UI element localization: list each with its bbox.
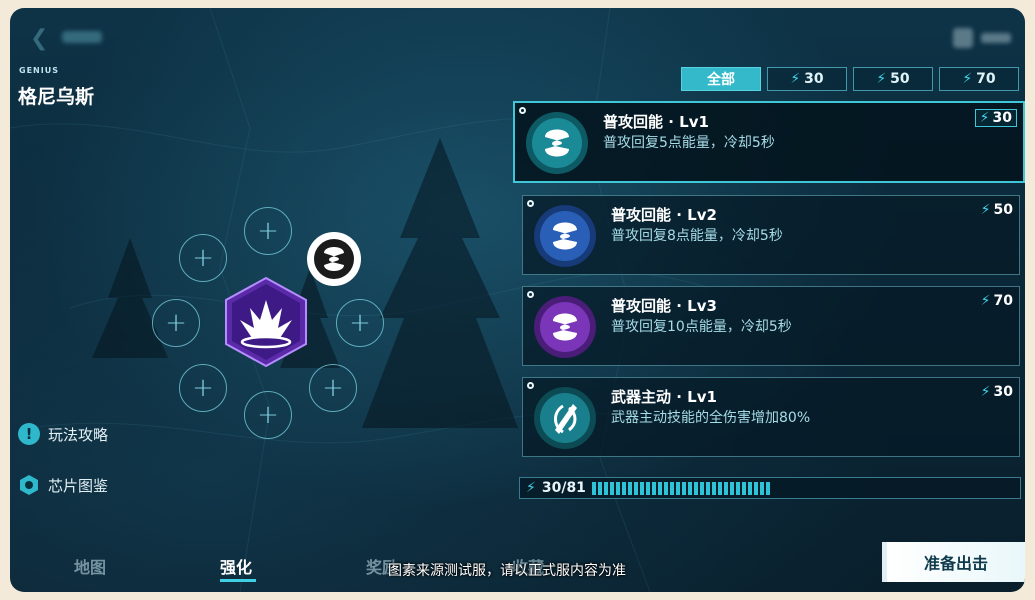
chip-cost: ⚡ 30 — [980, 384, 1013, 400]
plus-icon: + — [257, 400, 279, 430]
chip-title: 普攻回能 · Lv1 — [603, 113, 709, 131]
back-button[interactable]: ❮ — [24, 24, 114, 51]
empty-chip-slot[interactable]: + — [244, 391, 292, 439]
energy-segment — [699, 481, 704, 495]
energy-segment — [741, 481, 746, 495]
empty-chip-slot[interactable]: + — [179, 364, 227, 412]
bolt-icon: ⚡ — [876, 71, 887, 87]
energy-segment — [711, 481, 716, 495]
plus-icon: + — [192, 373, 214, 403]
bolt-icon: ⚡ — [962, 71, 973, 87]
cost-filter-bar: 全部 ⚡ 30 ⚡ 50 ⚡ 70 — [681, 67, 1019, 91]
filter-cost-30[interactable]: ⚡ 30 — [767, 67, 847, 91]
equipped-chip-slot[interactable] — [306, 231, 362, 287]
filter-cost-50[interactable]: ⚡ 50 — [853, 67, 933, 91]
deploy-button[interactable]: 准备出击 — [887, 542, 1025, 582]
chip-card[interactable]: 普攻回能 · Lv2 普攻回复8点能量，冷却5秒 ⚡ 50 — [522, 195, 1020, 275]
energy-segment — [687, 481, 692, 495]
energy-segment — [597, 481, 602, 495]
energy-segment — [651, 481, 656, 495]
bolt-icon: ⚡ — [980, 384, 991, 400]
energy-segment — [645, 481, 650, 495]
chip-title: 普攻回能 · Lv3 — [611, 297, 717, 315]
active-tab-indicator — [220, 579, 256, 582]
energy-segment — [609, 481, 614, 495]
chip-s-icon — [534, 296, 596, 358]
chip-description: 武器主动技能的全伤害增加80% — [611, 410, 811, 426]
bolt-icon: ⚡ — [980, 202, 991, 218]
energy-segment — [747, 481, 752, 495]
chip-card[interactable]: 普攻回能 · Lv1 普攻回复5点能量，冷却5秒 ⚡ 30 — [513, 101, 1025, 183]
character-name: 格尼乌斯 — [18, 86, 95, 108]
back-arrow-icon: ❮ — [30, 26, 49, 51]
strategy-guide-link[interactable]: ! 玩法攻略 — [18, 421, 108, 447]
filter-all[interactable]: 全部 — [681, 67, 761, 91]
energy-segment — [759, 481, 764, 495]
energy-segment — [717, 481, 722, 495]
chip-s-icon — [534, 205, 596, 267]
filter-cost-70[interactable]: ⚡ 70 — [939, 67, 1019, 91]
empty-chip-slot[interactable]: + — [244, 207, 292, 255]
bolt-icon: ⚡ — [526, 480, 536, 496]
chip-cost: ⚡ 70 — [980, 293, 1013, 309]
empty-chip-slot[interactable]: + — [309, 364, 357, 412]
energy-segment — [753, 481, 758, 495]
core-chip-emblem[interactable] — [218, 274, 314, 370]
bolt-icon: ⚡ — [979, 110, 990, 126]
energy-progress-bar — [591, 481, 770, 495]
plus-icon: + — [322, 373, 344, 403]
energy-segment — [669, 481, 674, 495]
chip-cost: ⚡ 30 — [974, 109, 1017, 127]
energy-segment — [765, 481, 770, 495]
energy-segment — [603, 481, 608, 495]
energy-segment — [615, 481, 620, 495]
tab-enhance[interactable]: 强化 — [220, 554, 252, 578]
energy-segment — [705, 481, 710, 495]
chip-card[interactable]: 武器主动 · Lv1 武器主动技能的全伤害增加80% ⚡ 30 — [522, 377, 1020, 457]
energy-segment — [591, 481, 596, 495]
chip-codex-label: 芯片图鉴 — [48, 476, 109, 495]
empty-chip-slot[interactable]: + — [336, 299, 384, 347]
chip-description: 普攻回复8点能量，冷却5秒 — [611, 228, 783, 244]
chip-card[interactable]: 普攻回能 · Lv3 普攻回复10点能量，冷却5秒 ⚡ 70 — [522, 286, 1020, 366]
energy-segment — [663, 481, 668, 495]
energy-segment — [627, 481, 632, 495]
chip-title: 普攻回能 · Lv2 — [611, 206, 717, 224]
energy-segment — [621, 481, 626, 495]
character-tag: GENIUS — [19, 66, 59, 75]
weapon-chip-icon — [534, 387, 596, 449]
empty-chip-slot[interactable]: + — [152, 299, 200, 347]
energy-meter: ⚡ 30/81 — [519, 477, 1021, 499]
game-screen: ❮ GENIUS 格尼乌斯 + + + + + + + ! 玩法攻略 芯片图鉴 — [10, 8, 1025, 592]
energy-count: 30/81 — [541, 480, 586, 496]
bolt-icon: ⚡ — [790, 71, 801, 87]
disclaimer-caption: 图素来源测试服，请以正式服内容为准 — [388, 563, 626, 579]
chip-title: 武器主动 · Lv1 — [611, 388, 717, 406]
strategy-guide-label: 玩法攻略 — [48, 425, 109, 444]
energy-segment — [681, 481, 686, 495]
chip-description: 普攻回复10点能量，冷却5秒 — [611, 319, 792, 335]
chip-cost: ⚡ 50 — [980, 202, 1013, 218]
energy-segment — [723, 481, 728, 495]
energy-segment — [729, 481, 734, 495]
exclamation-icon: ! — [18, 423, 40, 445]
hex-gear-icon — [20, 475, 38, 495]
chip-codex-link[interactable]: 芯片图鉴 — [18, 472, 108, 498]
energy-segment — [639, 481, 644, 495]
top-right-currency — [953, 24, 1013, 52]
plus-icon: + — [192, 243, 214, 273]
energy-segment — [675, 481, 680, 495]
energy-segment — [633, 481, 638, 495]
plus-icon: + — [257, 216, 279, 246]
chip-description: 普攻回复5点能量，冷却5秒 — [603, 135, 775, 151]
plus-icon: + — [165, 308, 187, 338]
chip-s-icon — [526, 112, 588, 174]
plus-icon: + — [349, 308, 371, 338]
energy-segment — [735, 481, 740, 495]
energy-segment — [657, 481, 662, 495]
tab-map[interactable]: 地图 — [74, 554, 106, 578]
bolt-icon: ⚡ — [980, 293, 991, 309]
energy-segment — [693, 481, 698, 495]
